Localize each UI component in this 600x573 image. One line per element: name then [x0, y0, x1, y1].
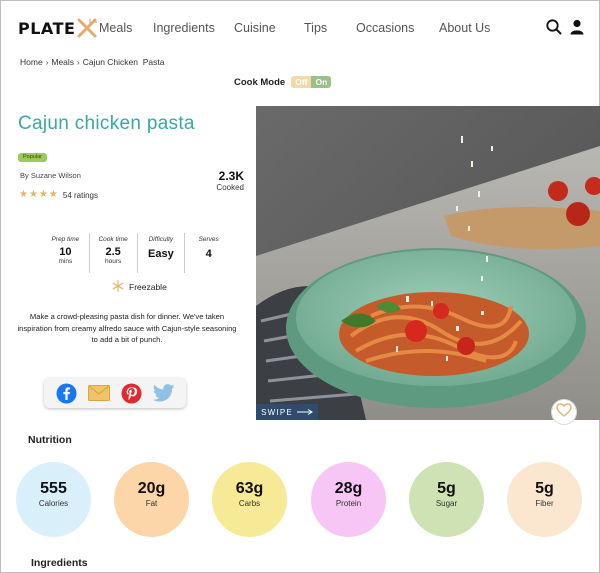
recipe-hero-image[interactable] — [256, 106, 600, 420]
nutrition-heading: Nutrition — [28, 434, 72, 446]
facebook-icon[interactable] — [55, 382, 77, 404]
cook-mode-on[interactable]: On — [311, 76, 332, 88]
stat-prep-time: Prep time 10 mins — [42, 233, 89, 273]
nav-item-ingredients[interactable]: Ingredients — [153, 21, 215, 35]
nutrition-label: Fat — [145, 499, 158, 508]
favorite-button[interactable] — [551, 399, 577, 425]
star-icon: ★ — [48, 189, 58, 200]
stat-label: Serves — [198, 236, 219, 243]
heart-icon — [556, 402, 572, 422]
snowflake-icon — [112, 279, 124, 294]
search-icon[interactable] — [545, 18, 563, 36]
nutrition-item-protein: 28g Protein — [311, 462, 386, 537]
nav-item-occasions[interactable]: Occasions — [356, 21, 414, 35]
freezable-label: Freezable — [129, 282, 167, 292]
recipe-description: Make a crowd-pleasing pasta dish for din… — [17, 312, 237, 344]
breadcrumb-current: Cajun Chicken Pasta — [82, 57, 165, 67]
star-icon: ★ — [19, 189, 28, 200]
rating[interactable]: ★ ★ ★ ★ 54 ratings — [19, 190, 98, 200]
stat-value: 4 — [205, 248, 212, 260]
popular-badge: Popular — [18, 153, 47, 162]
nutrition-item-fiber: 5g Fiber — [507, 462, 582, 537]
nutrition-label: Fiber — [535, 499, 554, 508]
nutrition-label: Protein — [335, 499, 362, 508]
nav-item-cuisine[interactable]: Cuisine — [234, 21, 276, 35]
site-header: PLATE Meals Ingredients Cuisine Tips Occ… — [0, 0, 600, 56]
stat-label: Difficulty — [148, 236, 174, 243]
nutrition-value: 28g — [334, 480, 363, 497]
cook-mode-off[interactable]: Off — [291, 76, 312, 88]
stat-value: Easy — [148, 248, 174, 260]
swipe-indicator[interactable]: SWIPE — [256, 404, 318, 420]
stat-serves: Serves 4 — [184, 233, 232, 273]
nutrition-item-sugar: 5g Sugar — [409, 462, 484, 537]
stat-cook-time: Cook time 2.5 hours — [88, 233, 137, 273]
stat-value: 10 — [59, 246, 72, 258]
nav-item-meals[interactable]: Meals — [99, 21, 132, 35]
nav-item-tips[interactable]: Tips — [304, 21, 327, 35]
main-nav: Meals Ingredients Cuisine Tips Occasions… — [0, 21, 600, 37]
nutrition-item-carbs: 63g Carbs — [212, 462, 287, 537]
nutrition-label: Calories — [38, 499, 69, 508]
cooked-count: 2.3K — [218, 169, 244, 183]
ingredients-heading: Ingredients — [31, 557, 88, 569]
pinterest-icon[interactable] — [120, 382, 142, 404]
breadcrumb-home[interactable]: Home — [20, 57, 43, 67]
nutrition-value: 63g — [235, 480, 264, 497]
recipe-author[interactable]: By Suzane Wilson — [20, 171, 81, 180]
email-icon[interactable] — [87, 382, 110, 404]
twitter-icon[interactable] — [152, 382, 175, 404]
stat-unit: hours — [104, 258, 122, 265]
swipe-label: SWIPE — [261, 407, 293, 417]
freezable-note: Freezable — [112, 279, 167, 294]
arrow-right-icon — [296, 408, 313, 417]
recipe-title: Cajun chicken pasta — [18, 113, 195, 134]
star-icon: ★ — [28, 189, 38, 200]
chevron-right-icon: › — [77, 57, 80, 67]
ratings-count: 54 ratings — [62, 190, 99, 200]
cook-mode-label: Cook Mode — [234, 76, 286, 88]
nutrition-value: 20g — [137, 480, 166, 497]
star-icon: ★ — [38, 189, 48, 200]
cook-mode-toggle[interactable]: Off On — [291, 76, 332, 88]
nutrition-label: Carbs — [238, 499, 261, 508]
stat-unit: mins — [58, 258, 73, 265]
nutrition-value: 5g — [535, 480, 554, 497]
nav-item-about-us[interactable]: About Us — [439, 21, 490, 35]
nutrition-label: Sugar — [435, 499, 458, 508]
breadcrumb-meals[interactable]: Meals — [51, 57, 74, 67]
stat-label: Cook time — [98, 236, 128, 243]
cook-mode: Cook Mode Off On — [234, 76, 332, 88]
nutrition-value: 5g — [437, 480, 456, 497]
share-bar — [44, 378, 186, 408]
breadcrumb: Home › Meals › Cajun Chicken Pasta — [20, 57, 164, 67]
cooked-label: Cooked — [216, 183, 244, 192]
stat-label: Prep time — [51, 236, 80, 243]
nutrition-item-calories: 555 Calories — [16, 462, 91, 537]
stat-value: 2.5 — [105, 246, 121, 258]
nutrition-item-fat: 20g Fat — [114, 462, 189, 537]
stat-difficulty: Difficulty Easy — [136, 233, 185, 273]
chevron-right-icon: › — [45, 57, 49, 67]
recipe-stats: Prep time 10 mins Cook time 2.5 hours Di… — [42, 233, 232, 273]
user-icon[interactable] — [568, 18, 586, 36]
nutrition-value: 555 — [40, 480, 67, 497]
